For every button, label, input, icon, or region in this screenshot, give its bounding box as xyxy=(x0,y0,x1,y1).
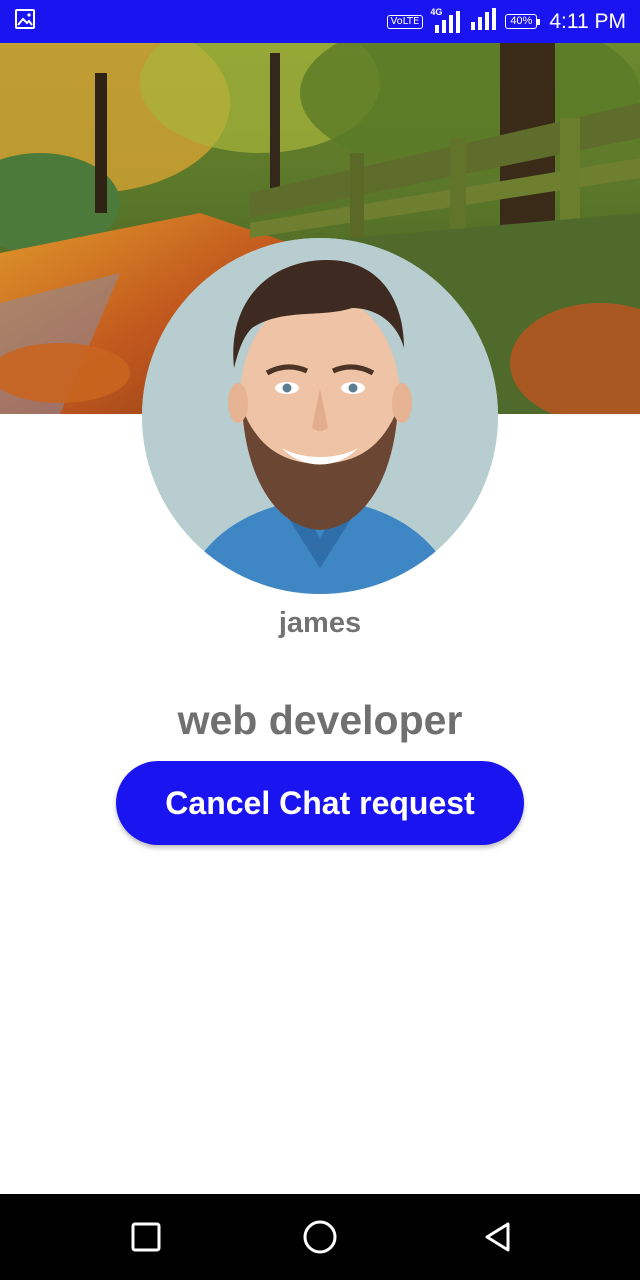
network-type-label: 4G xyxy=(430,6,443,17)
profile-name: james xyxy=(278,607,362,639)
cancel-chat-request-button[interactable]: Cancel Chat request xyxy=(116,761,524,845)
status-bar: VoLTE 4G 40% 4:11 PM xyxy=(0,0,640,43)
signal-icon: 4G xyxy=(430,7,461,33)
home-icon[interactable] xyxy=(298,1215,342,1259)
navigation-bar xyxy=(0,1194,640,1280)
recents-icon[interactable] xyxy=(124,1215,168,1259)
clock: 4:11 PM xyxy=(549,9,626,33)
battery-icon: 40% xyxy=(505,14,541,29)
profile-status: web developer xyxy=(177,697,463,743)
profile-avatar[interactable] xyxy=(142,238,498,594)
signal-icon-2 xyxy=(469,8,497,35)
image-notification-icon xyxy=(14,8,36,35)
volte-badge: VoLTE xyxy=(386,14,424,29)
back-icon[interactable] xyxy=(476,1215,520,1259)
